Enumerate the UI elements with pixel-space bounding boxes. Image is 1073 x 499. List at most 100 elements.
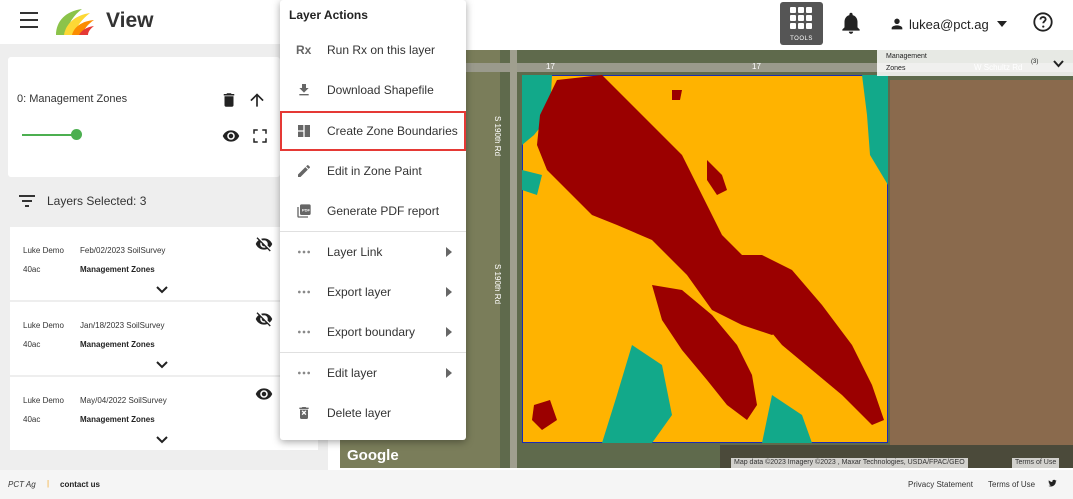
footer-separator: | <box>47 479 50 488</box>
layer-date: Feb/02/2023 SoilSurvey <box>80 246 166 255</box>
layer-acres: 40ac <box>23 415 41 424</box>
legend-subtitle: Zones <box>886 65 906 72</box>
menu-item-run-rx[interactable]: Rx Run Rx on this layer <box>280 30 466 70</box>
map-legend[interactable]: Management Zones W Schultz Rd (3) <box>877 50 1073 76</box>
menu-item-generate-pdf[interactable]: PDF Generate PDF report <box>280 191 466 231</box>
management-zones-layer[interactable] <box>522 75 888 443</box>
footer-brand: PCT Ag <box>8 480 36 489</box>
layer-card[interactable]: Luke Demo Feb/02/2023 SoilSurvey 40ac Ma… <box>10 227 318 300</box>
eye-off-icon[interactable] <box>254 235 274 253</box>
tools-grid-icon <box>790 7 813 29</box>
menu-item-label: Export boundary <box>327 325 416 339</box>
user-menu[interactable]: lukea@pct.ag <box>889 14 1011 34</box>
layer-acres: 40ac <box>23 265 41 274</box>
layer-name: Management Zones <box>80 340 155 349</box>
layer-date: May/04/2022 SoilSurvey <box>80 396 167 405</box>
legend-count: (3) <box>1031 59 1039 65</box>
layer-name: Management Zones <box>80 265 155 274</box>
menu-item-label: Edit layer <box>327 366 378 380</box>
menu-item-edit-zone-paint[interactable]: Edit in Zone Paint <box>280 151 466 191</box>
layer-user: Luke Demo <box>23 321 64 330</box>
map-attribution: Map data ©2023 Imagery ©2023 , Maxar Tec… <box>731 458 968 468</box>
filter-icon[interactable] <box>19 194 35 208</box>
legend-title: Management <box>886 53 927 60</box>
contact-link[interactable]: contact us <box>60 480 100 489</box>
google-logo: Google <box>347 447 399 464</box>
app-title: View <box>106 9 154 32</box>
road-label: S 190th Rd <box>493 116 502 157</box>
menu-item-export-boundary[interactable]: Export boundary <box>280 312 466 352</box>
chevron-down-icon[interactable] <box>156 435 168 445</box>
layer-card[interactable]: Luke Demo May/04/2022 SoilSurvey 40ac Ma… <box>10 377 318 450</box>
zoom-to-layer-icon[interactable] <box>251 127 269 145</box>
road-label: 17 <box>546 62 555 71</box>
menu-item-export-layer[interactable]: Export layer <box>280 272 466 312</box>
more-icon <box>298 290 310 294</box>
chevron-down-icon[interactable] <box>1053 59 1064 68</box>
user-email: lukea@pct.ag <box>909 16 989 32</box>
submenu-arrow-icon <box>446 247 452 257</box>
rx-icon: Rx <box>296 43 312 57</box>
terms-link[interactable]: Terms of Use <box>988 480 1035 489</box>
menu-item-label: Export layer <box>327 285 392 299</box>
menu-title: Layer Actions <box>289 8 368 22</box>
download-icon <box>299 84 309 96</box>
footer: PCT Ag | contact us Privacy Statement Te… <box>0 470 1073 499</box>
caret-down-icon <box>996 21 1007 27</box>
slider-thumb[interactable] <box>71 129 82 140</box>
eye-icon[interactable] <box>254 385 274 403</box>
chevron-down-icon[interactable] <box>156 360 168 370</box>
layer-card[interactable]: Luke Demo Jan/18/2023 SoilSurvey 40ac Ma… <box>10 302 318 375</box>
trash-icon[interactable] <box>220 90 238 110</box>
privacy-link[interactable]: Privacy Statement <box>908 480 973 489</box>
layer-date: Jan/18/2023 SoilSurvey <box>80 321 165 330</box>
layer-actions-menu: Layer Actions Rx Run Rx on this layer Do… <box>280 0 466 440</box>
tools-button[interactable]: TOOLS <box>780 2 823 45</box>
layer-acres: 40ac <box>23 340 41 349</box>
menu-item-delete-layer[interactable]: Delete layer <box>280 393 466 433</box>
menu-item-label: Delete layer <box>327 406 392 420</box>
menu-item-label: Generate PDF report <box>327 204 440 218</box>
eye-off-icon[interactable] <box>254 310 274 328</box>
road-label: S 190th Rd <box>493 264 502 305</box>
chevron-down-icon[interactable] <box>156 285 168 295</box>
layers-selected-count: Layers Selected: 3 <box>47 194 147 208</box>
road-label: W Schultz Rd <box>974 63 1023 72</box>
menu-item-label: Run Rx on this layer <box>327 43 436 57</box>
more-icon <box>298 371 310 375</box>
more-icon <box>298 250 310 254</box>
svg-text:PDF: PDF <box>302 208 311 213</box>
eye-icon[interactable] <box>220 127 242 145</box>
twitter-icon[interactable] <box>1048 479 1057 488</box>
arrow-up-icon[interactable] <box>247 90 267 110</box>
bell-icon[interactable] <box>838 10 864 36</box>
menu-item-create-zone-boundaries[interactable]: Create Zone Boundaries <box>280 111 466 151</box>
map-terms-link[interactable]: Terms of Use <box>1012 458 1060 468</box>
delete-icon <box>299 407 309 419</box>
menu-item-label: Create Zone Boundaries <box>327 124 458 138</box>
menu-item-edit-layer[interactable]: Edit layer <box>280 353 466 393</box>
submenu-arrow-icon <box>446 327 452 337</box>
submenu-arrow-icon <box>446 287 452 297</box>
hamburger-icon[interactable] <box>20 12 38 28</box>
layer-name: Management Zones <box>80 415 155 424</box>
more-icon <box>298 330 310 334</box>
submenu-arrow-icon <box>446 368 452 378</box>
help-icon[interactable] <box>1032 11 1054 33</box>
tools-label: TOOLS <box>790 36 813 42</box>
layer-user: Luke Demo <box>23 396 64 405</box>
menu-item-label: Layer Link <box>327 245 383 259</box>
pencil-icon <box>298 164 311 177</box>
menu-item-download-shapefile[interactable]: Download Shapefile <box>280 70 466 110</box>
menu-item-label: Download Shapefile <box>327 83 434 97</box>
menu-item-label: Edit in Zone Paint <box>327 164 422 178</box>
road-label: 17 <box>752 62 761 71</box>
top-bar: View TOOLS lukea@pct.ag <box>0 0 1073 45</box>
menu-item-layer-link[interactable]: Layer Link <box>280 232 466 272</box>
opacity-slider[interactable] <box>22 128 82 142</box>
active-layer-card <box>8 57 280 177</box>
logo[interactable] <box>52 5 96 37</box>
active-layer-label: 0: Management Zones <box>17 93 128 105</box>
layer-user: Luke Demo <box>23 246 64 255</box>
zone-boundaries-icon <box>298 125 310 137</box>
